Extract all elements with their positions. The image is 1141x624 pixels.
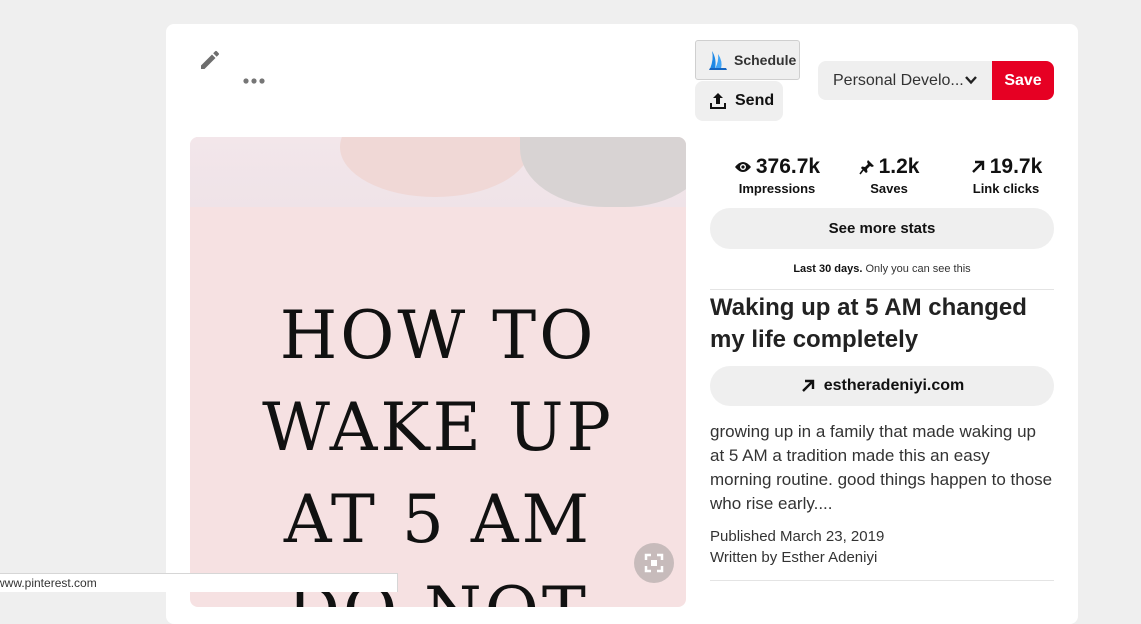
pin-image-text-line: HOW TO	[279, 297, 597, 374]
pin-description: growing up in a family that made waking …	[710, 422, 1053, 513]
pin-image-text-line: AT 5 AM	[283, 481, 593, 558]
pin-icon	[858, 160, 874, 175]
tailwind-logo-icon	[709, 51, 727, 70]
arrow-up-right-icon	[801, 379, 814, 392]
stat-value: 1.2k	[878, 155, 920, 178]
pin-link-label: estheradeniyi.com	[823, 377, 965, 394]
send-button[interactable]: Send	[695, 81, 783, 121]
pin-image-text-line: WAKE UP	[262, 389, 614, 466]
arrow-up-right-icon	[971, 160, 984, 173]
browser-status-bar: www.pinterest.com	[0, 573, 398, 592]
pin-link-button[interactable]: estheradeniyi.com	[710, 366, 1054, 406]
stat-label: Impressions	[738, 181, 816, 196]
chevron-down-icon	[965, 76, 977, 85]
stat-saves: 1.2k Saves	[838, 155, 940, 196]
pencil-icon[interactable]	[198, 48, 222, 72]
upload-icon	[710, 93, 726, 109]
eye-icon	[734, 162, 751, 172]
expand-image-button[interactable]	[634, 543, 674, 583]
divider	[710, 580, 1054, 581]
stat-impressions: 376.7k Impressions	[716, 155, 838, 196]
pin-title: Waking up at 5 AM changed my life comple…	[710, 294, 1027, 353]
see-more-stats-button[interactable]: See more stats	[710, 208, 1054, 249]
board-select-value: Personal Develo...	[833, 71, 964, 89]
stat-value: 19.7k	[989, 155, 1043, 178]
stat-link-clicks: 19.7k Link clicks	[945, 155, 1067, 196]
stats-note-period: Last 30 days.	[793, 263, 863, 275]
stats-note: Last 30 days. Only you can see this	[710, 263, 1054, 275]
divider	[710, 289, 1054, 290]
board-select[interactable]: Personal Develo...	[818, 61, 994, 100]
stat-label: Saves	[870, 181, 908, 196]
schedule-button[interactable]: Schedule	[695, 40, 800, 80]
stat-label: Link clicks	[972, 181, 1040, 196]
author-credit: Written by Esther Adeniyi	[710, 549, 878, 566]
save-label: Save	[1004, 71, 1042, 89]
published-date: Published March 23, 2019	[710, 528, 885, 545]
stat-value: 376.7k	[755, 155, 821, 178]
see-more-stats-label: See more stats	[828, 220, 936, 237]
pin-image[interactable]: HOW TO WAKE UP AT 5 AM DO NOT	[190, 137, 686, 607]
send-label: Send	[735, 92, 775, 109]
expand-icon	[644, 553, 664, 573]
status-url: www.pinterest.com	[0, 576, 97, 590]
save-button[interactable]: Save	[992, 61, 1054, 100]
stats-note-privacy: Only you can see this	[865, 263, 971, 275]
pin-photo	[190, 137, 686, 207]
schedule-label: Schedule	[734, 52, 797, 68]
ellipsis-icon[interactable]	[240, 74, 268, 88]
